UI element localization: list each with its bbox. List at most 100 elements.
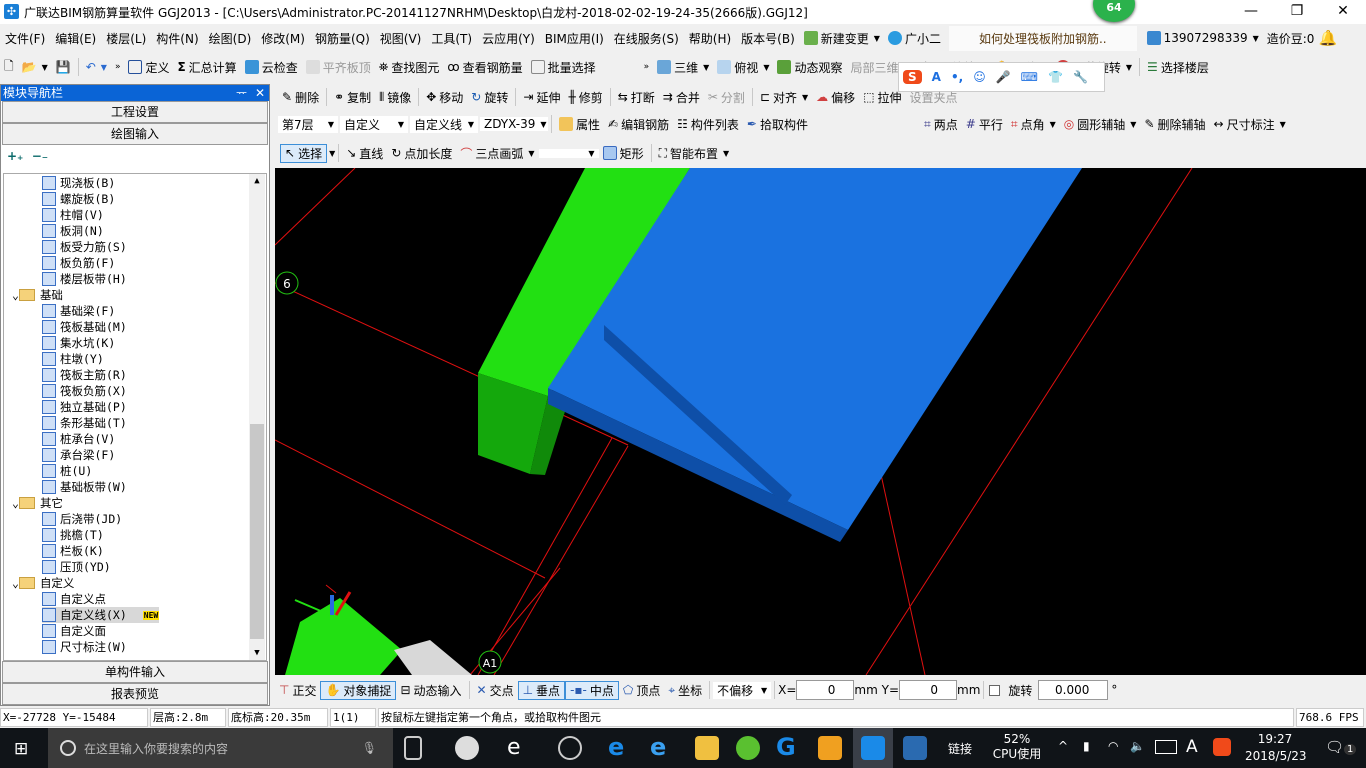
assistant-button[interactable]: 广小二 xyxy=(884,30,945,47)
tree-folder[interactable]: ⌄ 其它 xyxy=(12,495,63,511)
view-rebar-button[interactable]: ꝏ 查看钢筋量 xyxy=(443,59,526,76)
menu-cloud[interactable]: 云应用(Y) xyxy=(477,30,540,47)
menu-tools[interactable]: 工具(T) xyxy=(426,30,477,47)
new-file-icon[interactable]: 🗋 xyxy=(0,57,18,78)
minimize-button[interactable]: — xyxy=(1228,0,1274,24)
save-icon[interactable]: 💾 xyxy=(52,60,75,74)
tree-item[interactable]: 自定义点 xyxy=(42,591,106,607)
tree-item[interactable]: 后浇带(JD) xyxy=(42,511,122,527)
top-view-button[interactable]: 俯视 ▼ xyxy=(713,59,773,76)
ie-old-icon[interactable]: e xyxy=(507,736,531,760)
menu-floor[interactable]: 楼层(L) xyxy=(101,30,151,47)
pick-component-button[interactable]: ✒ 拾取构件 xyxy=(743,116,812,133)
tree-item[interactable]: 栏板(K) xyxy=(42,543,104,559)
menu-component[interactable]: 构件(N) xyxy=(151,30,203,47)
glodon-g-icon[interactable]: G xyxy=(776,735,800,760)
ime-keyboard-icon[interactable]: ⌨ xyxy=(1021,70,1038,84)
tree-item[interactable]: 尺寸标注(W) xyxy=(42,639,127,655)
notes-app-icon[interactable] xyxy=(818,736,842,760)
tree-item[interactable]: 现浇板(B) xyxy=(42,175,115,191)
green-element[interactable] xyxy=(285,598,402,675)
point-angle-axis-button[interactable]: ⌗ 点角 ▼ xyxy=(1007,116,1060,133)
overflow-icon[interactable]: » xyxy=(111,62,125,72)
search-box[interactable]: 在这里输入你要搜索的内容 🎙 xyxy=(48,728,393,768)
overflow-icon[interactable]: » xyxy=(640,62,654,72)
edit-rebar-button[interactable]: ✍ 编辑钢筋 xyxy=(604,116,673,133)
close-button[interactable]: ✕ xyxy=(1320,0,1366,24)
rotate-checkbox[interactable] xyxy=(989,684,1001,696)
menu-online[interactable]: 在线服务(S) xyxy=(609,30,684,47)
ime-punct-icon[interactable]: •, xyxy=(951,70,963,84)
vertex-snap-button[interactable]: ⬠ 顶点 xyxy=(619,682,664,699)
point-length-button[interactable]: ↻ 点加长度 xyxy=(387,145,456,162)
move-button[interactable]: ✥ 移动 xyxy=(422,89,467,106)
project-settings-button[interactable]: 工程设置 xyxy=(2,101,268,123)
local-3d-button[interactable]: 局部三维 xyxy=(846,59,902,76)
tree-item[interactable]: 独立基础(P) xyxy=(42,399,127,415)
wifi-icon[interactable]: ◠ xyxy=(1108,739,1118,753)
tree-item[interactable]: 筏板基础(M) xyxy=(42,319,127,335)
smart-layout-button[interactable]: ⛶ 智能布置 ▼ xyxy=(655,145,734,162)
ortho-button[interactable]: ⊤ 正交 xyxy=(275,682,320,699)
tree-folder[interactable]: ⌄ 基础 xyxy=(12,287,63,303)
report-preview-button[interactable]: 报表预览 xyxy=(2,683,268,705)
close-panel-icon[interactable]: ✕ xyxy=(255,85,265,101)
split-button[interactable]: ✂ 分割 xyxy=(704,89,749,106)
set-grip-button[interactable]: 设置夹点 xyxy=(906,89,962,106)
chevron-down-icon[interactable]: ⌄ xyxy=(12,496,19,510)
menu-draw[interactable]: 绘图(D) xyxy=(204,30,257,47)
cloud-check-button[interactable]: 云检查 xyxy=(241,59,302,76)
tree-item[interactable]: 集水坑(K) xyxy=(42,335,115,351)
ime-skin-icon[interactable]: 👕 xyxy=(1048,70,1063,84)
tree-item[interactable]: 板负筋(F) xyxy=(42,255,115,271)
ggj-app-icon[interactable] xyxy=(861,736,885,760)
ie-icon[interactable]: e xyxy=(650,735,674,760)
gray-element[interactable] xyxy=(394,640,472,675)
pin-icon[interactable]: ᅲ xyxy=(236,85,247,101)
tree-scrollbar[interactable]: ▲ ▼ xyxy=(249,174,265,660)
tree-item[interactable]: 基础板带(W) xyxy=(42,479,127,495)
circular-axis-button[interactable]: ◎ 圆形辅轴 ▼ xyxy=(1060,116,1141,133)
rectangle-button[interactable]: 矩形 xyxy=(599,145,648,162)
tree-item[interactable]: 筏板主筋(R) xyxy=(42,367,127,383)
perpendicular-snap-button[interactable]: ⊥ 垂点 xyxy=(517,680,566,700)
menu-file[interactable]: 文件(F) xyxy=(0,30,50,47)
chevron-down-icon[interactable]: ⌄ xyxy=(12,288,19,302)
ime-font-icon[interactable]: A xyxy=(932,70,941,84)
collapse-all-icon[interactable]: −₋ xyxy=(32,149,48,163)
3d-viewport[interactable]: 6 A1 xyxy=(274,167,1366,676)
tree-item[interactable]: 自定义面 xyxy=(42,623,106,639)
ime-mode[interactable]: A xyxy=(1186,737,1198,757)
align-slab-top-button[interactable]: 平齐板顶 xyxy=(302,59,375,76)
dimension-button[interactable]: ↔ 尺寸标注 ▼ xyxy=(1210,116,1290,133)
find-element-button[interactable]: ⛯ 查找图元 xyxy=(375,59,444,76)
new-change-button[interactable]: 新建变更 ▼ xyxy=(800,30,884,47)
user-account[interactable]: 13907298339 ▼ xyxy=(1143,31,1263,45)
two-point-axis-button[interactable]: ⌗ 两点 xyxy=(920,116,962,133)
menu-help[interactable]: 帮助(H) xyxy=(684,30,736,47)
component-list-button[interactable]: ☷ 构件列表 xyxy=(673,116,743,133)
tree-item[interactable]: 螺旋板(B) xyxy=(42,191,115,207)
line-button[interactable]: ↘ 直线 xyxy=(342,145,387,162)
tree-item[interactable]: 板受力筋(S) xyxy=(42,239,127,255)
merge-button[interactable]: ⇉ 合并 xyxy=(659,89,704,106)
undo-icon[interactable]: ↶ ▼ xyxy=(82,60,111,74)
drawing-canvas[interactable]: 6 A1 xyxy=(274,167,1366,676)
tree-item[interactable]: 板洞(N) xyxy=(42,223,104,239)
delete-button[interactable]: ✎ 删除 xyxy=(278,89,323,106)
tree-item[interactable]: 压顶(YD) xyxy=(42,559,111,575)
batch-select-button[interactable]: 批量选择 xyxy=(527,59,600,76)
rotate-angle-input[interactable]: 0.000 xyxy=(1038,680,1109,700)
offset-select[interactable]: 不偏移 ▼ xyxy=(713,681,772,699)
power-icon[interactable]: ▮ xyxy=(1083,739,1090,753)
tree-item[interactable]: 桩承台(V) xyxy=(42,431,115,447)
select-button[interactable]: ↖ 选择 xyxy=(280,143,328,163)
tree-item[interactable]: 挑檐(T) xyxy=(42,527,104,543)
define-button[interactable]: 定义 xyxy=(124,59,173,76)
tree-item[interactable]: 柱墩(Y) xyxy=(42,351,104,367)
rotate-button[interactable]: ↻ 旋转 xyxy=(467,89,512,106)
reader-app-icon[interactable] xyxy=(903,736,927,760)
microphone-icon[interactable]: 🎙 xyxy=(362,741,377,755)
tree-item[interactable]: 自定义线(X) NEW xyxy=(42,607,160,623)
link-label[interactable]: 链接 xyxy=(948,740,972,757)
